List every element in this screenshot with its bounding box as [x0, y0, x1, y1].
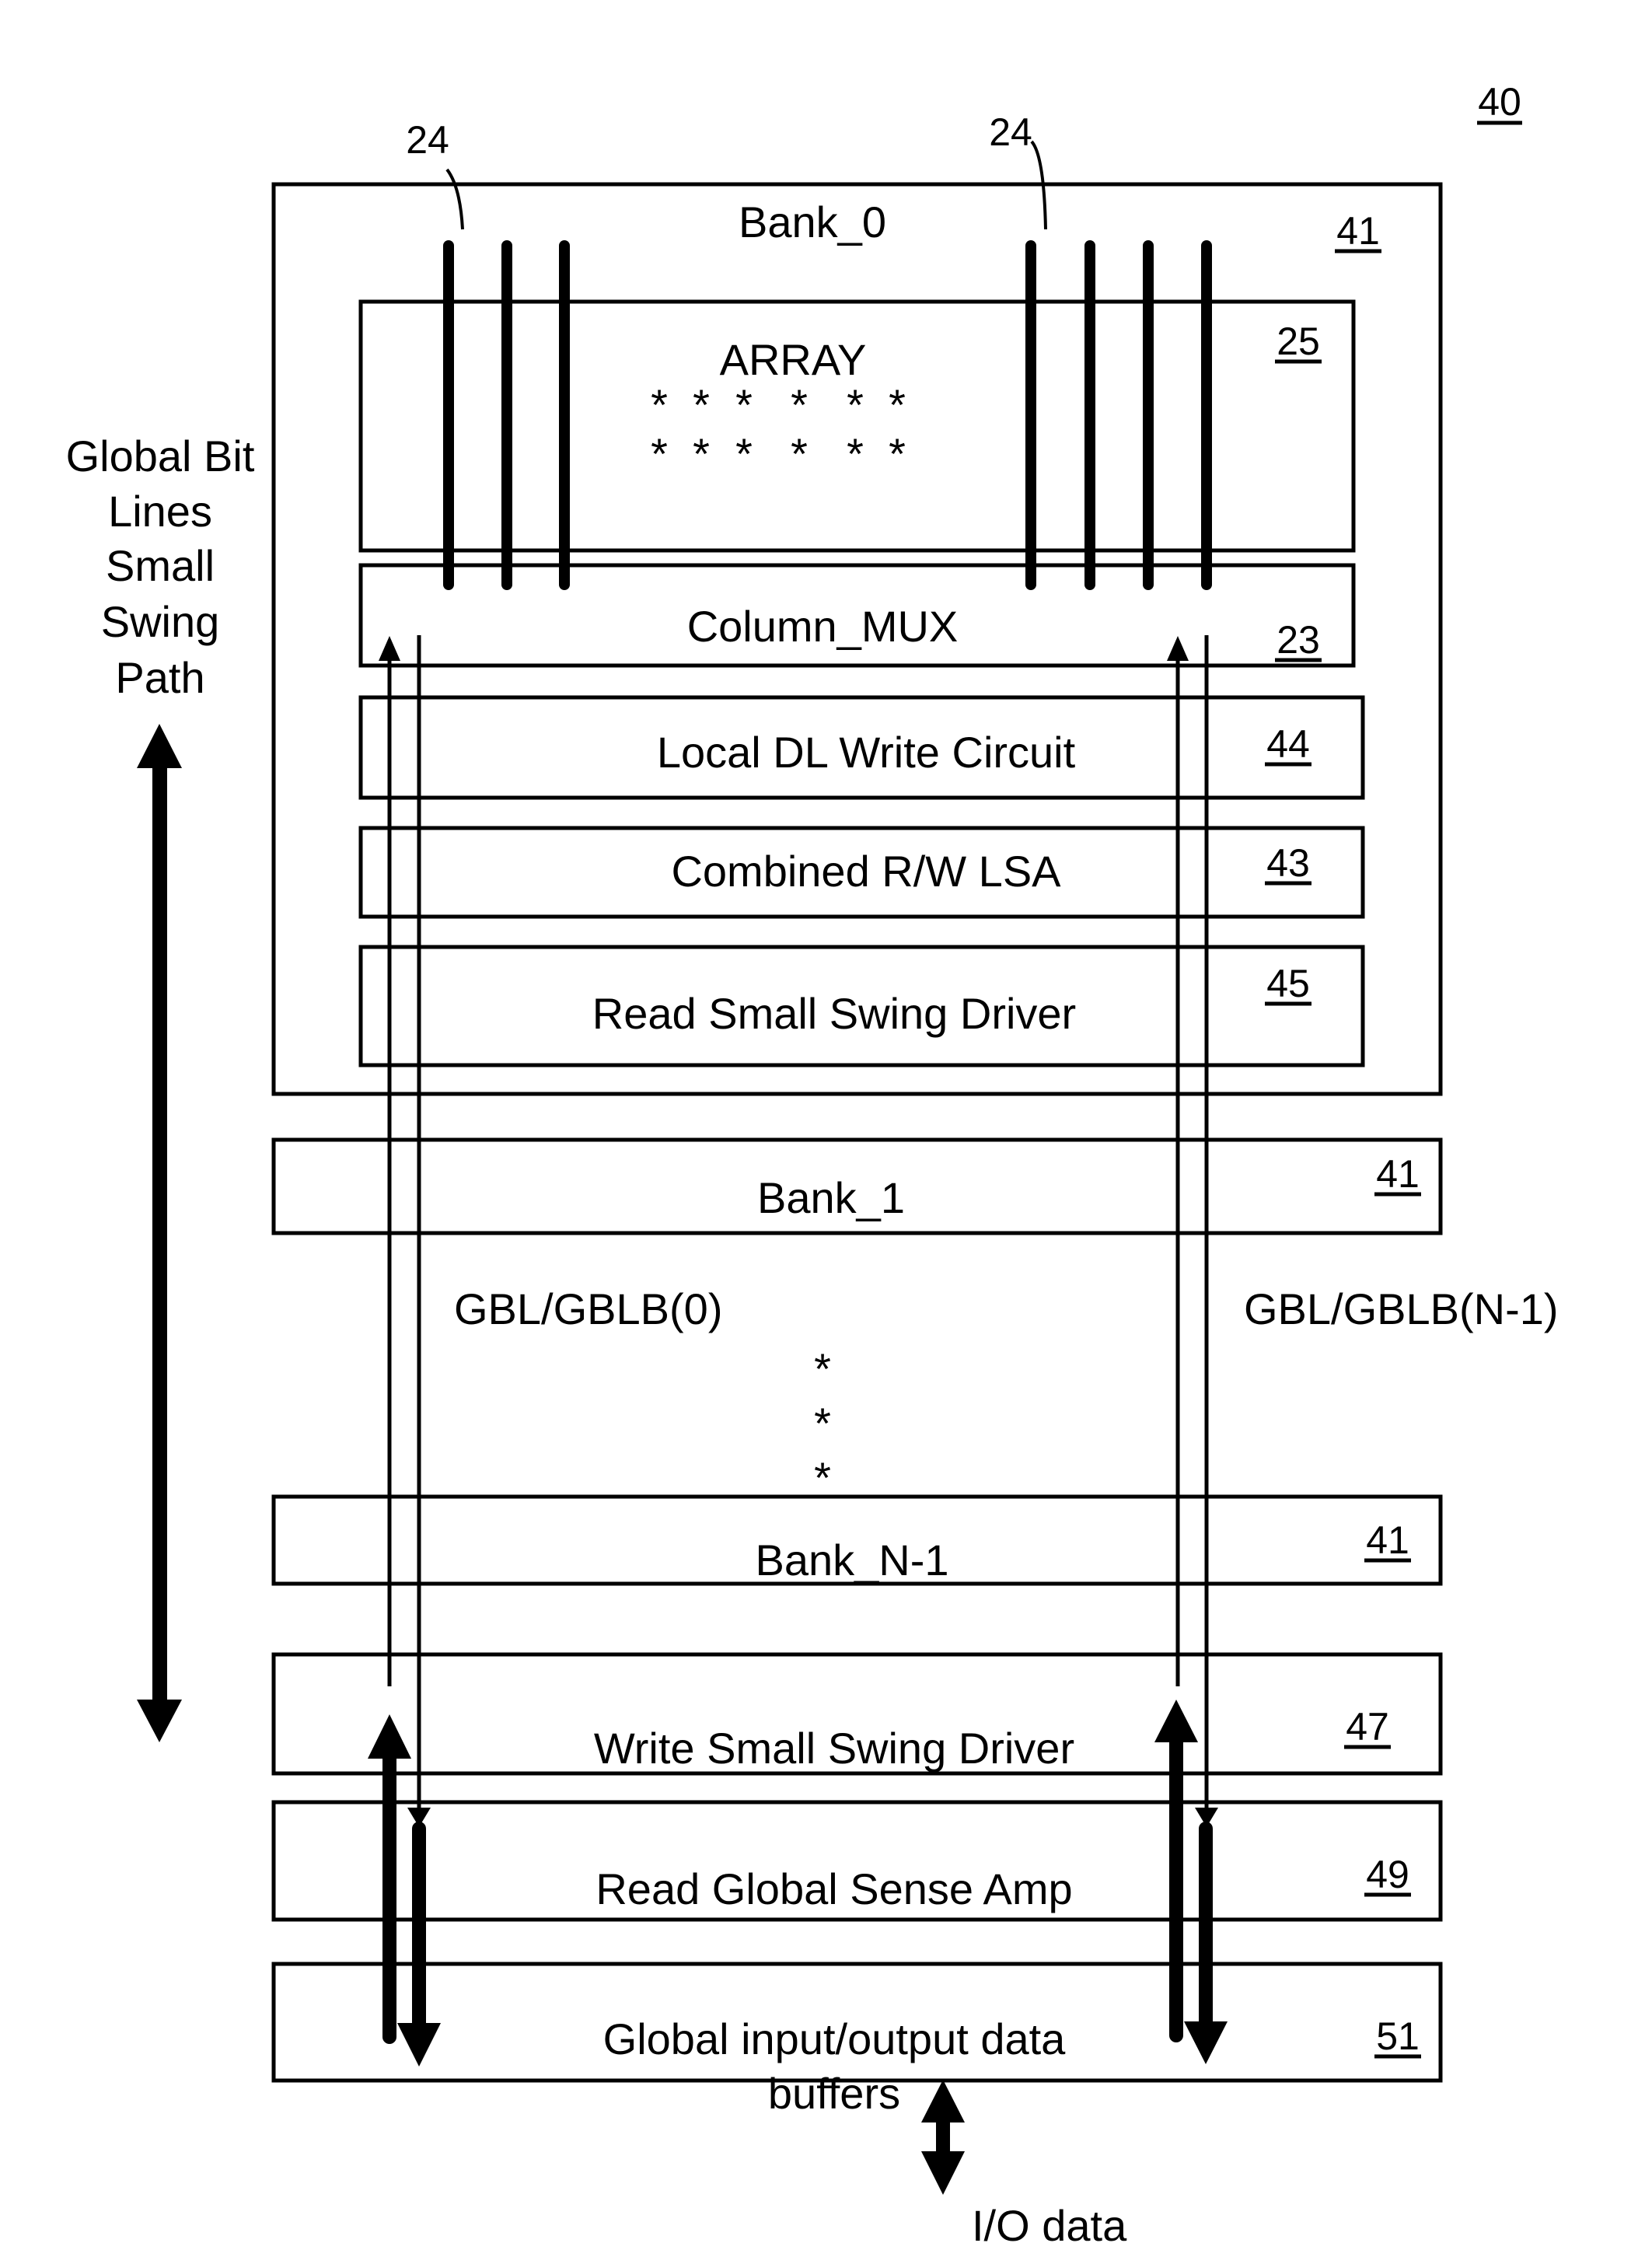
arrow-down-icon — [1184, 2021, 1228, 2064]
side-label-line-3: Small — [106, 541, 215, 590]
io-data-label: I/O data — [972, 2201, 1127, 2250]
arrow-up-icon — [368, 1714, 411, 1759]
arrow-down-icon — [397, 2023, 441, 2067]
bank-0-ref: 41 — [1336, 209, 1380, 253]
array-cells: * * * * * * * * * * * * — [651, 380, 906, 478]
array-cell-dot: * — [847, 380, 864, 429]
arrow-up-icon — [1154, 1700, 1198, 1742]
read-global-sense-amp-label: Read Global Sense Amp — [595, 1864, 1072, 1913]
bank-1-ref: 41 — [1376, 1152, 1420, 1196]
array-cell-dot: * — [735, 429, 753, 478]
arrow-up-icon — [379, 636, 400, 661]
global-io-buffers-ref: 51 — [1376, 2014, 1420, 2058]
bit-line-leader-left — [445, 168, 464, 230]
local-bit-lines-left — [443, 240, 570, 590]
gbl-label-left: GBL/GBLB(0) — [454, 1284, 722, 1333]
bank-ellipsis: * * * — [814, 1344, 831, 1502]
combined-rw-lsa-ref: 43 — [1266, 841, 1310, 885]
bank-n-1-title: Bank_N-1 — [755, 1536, 948, 1584]
bank-0-title: Bank_0 — [739, 197, 886, 246]
local-bit-lines-right — [1025, 240, 1212, 590]
gbl-pair-n-1 — [1154, 635, 1228, 2064]
array-label: ARRAY — [720, 335, 867, 384]
gbl-pair-0 — [368, 635, 441, 2067]
ellipsis-dot: * — [814, 1399, 831, 1448]
array-ref: 25 — [1277, 320, 1320, 363]
ellipsis-dot: * — [814, 1344, 831, 1393]
bit-line-ref-right: 24 — [989, 110, 1032, 154]
read-small-swing-driver-label: Read Small Swing Driver — [592, 989, 1076, 1038]
array-cell-dot: * — [735, 380, 753, 429]
read-small-swing-driver-ref: 45 — [1266, 962, 1310, 1005]
side-label: Global Bit Lines Small Swing Path — [66, 431, 255, 702]
array-cell-dot: * — [791, 380, 808, 429]
io-data-double-arrow-icon — [921, 2080, 965, 2195]
write-small-swing-driver-ref: 47 — [1346, 1705, 1389, 1749]
array-cell-dot: * — [651, 429, 668, 478]
array-cell-dot: * — [889, 429, 906, 478]
small-swing-path-double-arrow-icon — [137, 724, 182, 1742]
read-global-sense-amp-ref: 49 — [1366, 1853, 1409, 1896]
write-small-swing-driver-label: Write Small Swing Driver — [594, 1724, 1074, 1773]
local-dl-write-circuit-label: Local DL Write Circuit — [657, 728, 1076, 777]
bank-1-title: Bank_1 — [757, 1173, 905, 1222]
figure-ref-number: 40 — [1478, 80, 1521, 124]
figure-ref: 40 — [1477, 80, 1522, 125]
memory-architecture-diagram: 40 Global Bit Lines Small Swing Path Ban… — [66, 80, 1559, 2250]
side-label-line-1: Global Bit — [66, 431, 255, 480]
array-cell-dot: * — [847, 429, 864, 478]
global-io-buffers-label-line-1: Global input/output data — [603, 2014, 1067, 2063]
local-dl-write-circuit-ref: 44 — [1266, 722, 1310, 766]
array-cell-dot: * — [693, 429, 710, 478]
column-mux-ref: 23 — [1277, 618, 1320, 662]
bit-line-ref-left: 24 — [406, 118, 449, 162]
gbl-label-right: GBL/GBLB(N-1) — [1244, 1284, 1559, 1333]
array-cell-dot: * — [791, 429, 808, 478]
bank-n-1-ref: 41 — [1366, 1518, 1409, 1562]
array-cell-dot: * — [693, 380, 710, 429]
arrow-up-icon — [1167, 636, 1189, 661]
array-cell-dot: * — [889, 380, 906, 429]
global-io-buffers-label-line-2: buffers — [768, 2069, 900, 2118]
side-label-line-4: Swing — [101, 597, 220, 646]
column-mux-label: Column_MUX — [687, 602, 959, 651]
combined-rw-lsa-label: Combined R/W LSA — [671, 847, 1061, 896]
array-cell-dot: * — [651, 380, 668, 429]
side-label-line-2: Lines — [108, 487, 212, 536]
side-label-line-5: Path — [115, 653, 204, 702]
